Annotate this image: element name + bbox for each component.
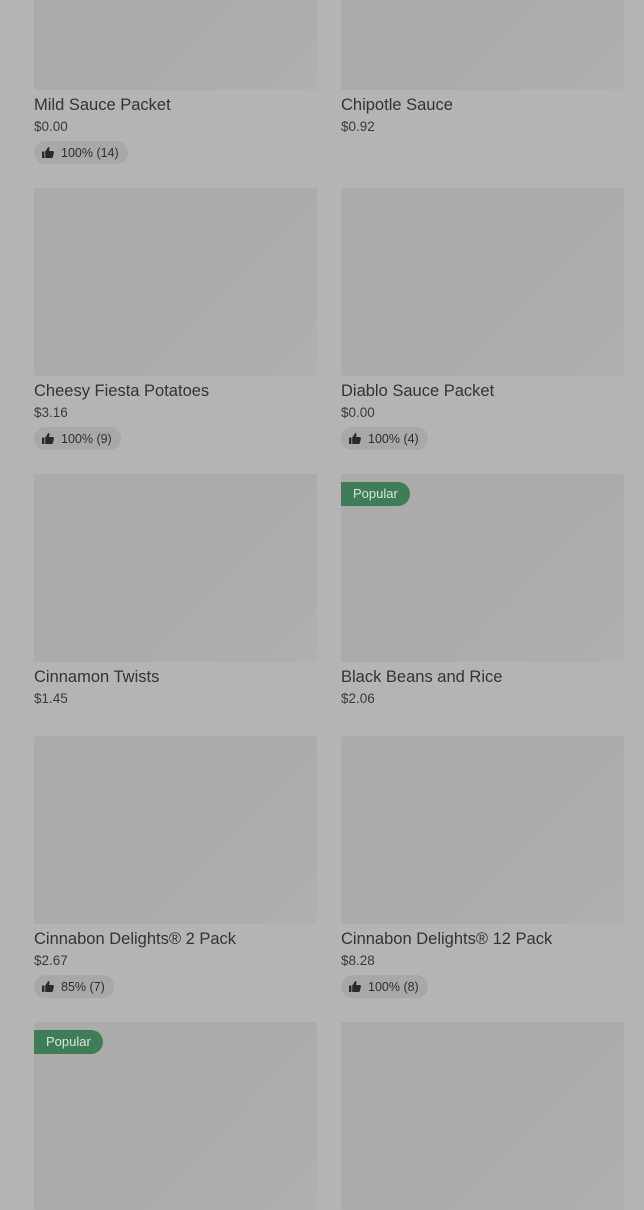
product-name[interactable]: Diablo Sauce Packet [341, 381, 624, 401]
product-image[interactable]: Popular [34, 1022, 317, 1210]
product-image[interactable] [341, 1022, 624, 1210]
rating-text: 100% (14) [61, 145, 119, 160]
rating-pill: 100% (4) [341, 427, 428, 450]
popular-badge: Popular [34, 1030, 103, 1054]
product-card-mild-sauce-packet[interactable]: Mild Sauce Packet $0.00 100% (14) [34, 0, 317, 164]
rating-pill: 100% (9) [34, 427, 121, 450]
row-spacer [341, 708, 624, 736]
thumbs-up-icon [42, 147, 54, 158]
rating-pill: 100% (8) [341, 975, 428, 998]
product-name[interactable]: Mild Sauce Packet [34, 95, 317, 115]
product-name[interactable]: Cinnamon Twists [34, 667, 317, 687]
row-spacer [341, 164, 624, 188]
product-price: $2.67 [34, 953, 68, 968]
row-spacer [341, 450, 624, 474]
thumbs-up-icon [42, 433, 54, 444]
product-image[interactable]: Popular [341, 474, 624, 662]
product-image[interactable] [341, 0, 624, 90]
product-price: $2.06 [341, 691, 375, 706]
row-spacer [34, 164, 317, 188]
row-spacer [34, 708, 317, 736]
product-image[interactable] [34, 736, 317, 924]
product-grid: Mild Sauce Packet $0.00 100% (14) Chipot… [34, 0, 624, 1210]
product-image[interactable] [34, 474, 317, 662]
product-price: $1.45 [34, 691, 68, 706]
product-image[interactable] [34, 188, 317, 376]
thumbs-up-icon [42, 981, 54, 992]
rating-pill: 85% (7) [34, 975, 114, 998]
product-price: $0.00 [341, 405, 375, 420]
product-price: $3.16 [34, 405, 68, 420]
product-image[interactable] [341, 736, 624, 924]
rating-pill: 100% (14) [34, 141, 128, 164]
product-image[interactable] [341, 188, 624, 376]
product-image[interactable] [34, 0, 317, 90]
product-name[interactable]: Chipotle Sauce [341, 95, 624, 115]
product-price: $8.28 [341, 953, 375, 968]
product-card-cinnabon-delights-2-pack[interactable]: Cinnabon Delights® 2 Pack $2.67 85% (7) [34, 736, 317, 998]
product-card-cinnabon-delights-12-pack[interactable]: Cinnabon Delights® 12 Pack $8.28 100% (8… [341, 736, 624, 998]
product-name[interactable]: Cinnabon Delights® 2 Pack [34, 929, 317, 949]
rating-text: 100% (9) [61, 431, 112, 446]
product-card-partial-right[interactable] [341, 1022, 624, 1210]
product-card-chipotle-sauce[interactable]: Chipotle Sauce $0.92 [341, 0, 624, 164]
product-card-black-beans-and-rice[interactable]: Popular Black Beans and Rice $2.06 [341, 474, 624, 708]
rating-text: 100% (4) [368, 431, 419, 446]
product-price: $0.92 [341, 119, 375, 134]
product-name[interactable]: Cinnabon Delights® 12 Pack [341, 929, 624, 949]
product-price: $0.00 [34, 119, 68, 134]
product-name[interactable]: Black Beans and Rice [341, 667, 624, 687]
product-name[interactable]: Cheesy Fiesta Potatoes [34, 381, 317, 401]
row-spacer [34, 450, 317, 474]
row-spacer [34, 998, 317, 1022]
product-card-partial-left[interactable]: Popular [34, 1022, 317, 1210]
product-card-diablo-sauce-packet[interactable]: Diablo Sauce Packet $0.00 100% (4) [341, 188, 624, 450]
row-spacer [341, 998, 624, 1022]
rating-text: 85% (7) [61, 979, 105, 994]
thumbs-up-icon [349, 433, 361, 444]
popular-badge: Popular [341, 482, 410, 506]
product-card-cheesy-fiesta-potatoes[interactable]: Cheesy Fiesta Potatoes $3.16 100% (9) [34, 188, 317, 450]
rating-text: 100% (8) [368, 979, 419, 994]
product-card-cinnamon-twists[interactable]: Cinnamon Twists $1.45 [34, 474, 317, 708]
thumbs-up-icon [349, 981, 361, 992]
